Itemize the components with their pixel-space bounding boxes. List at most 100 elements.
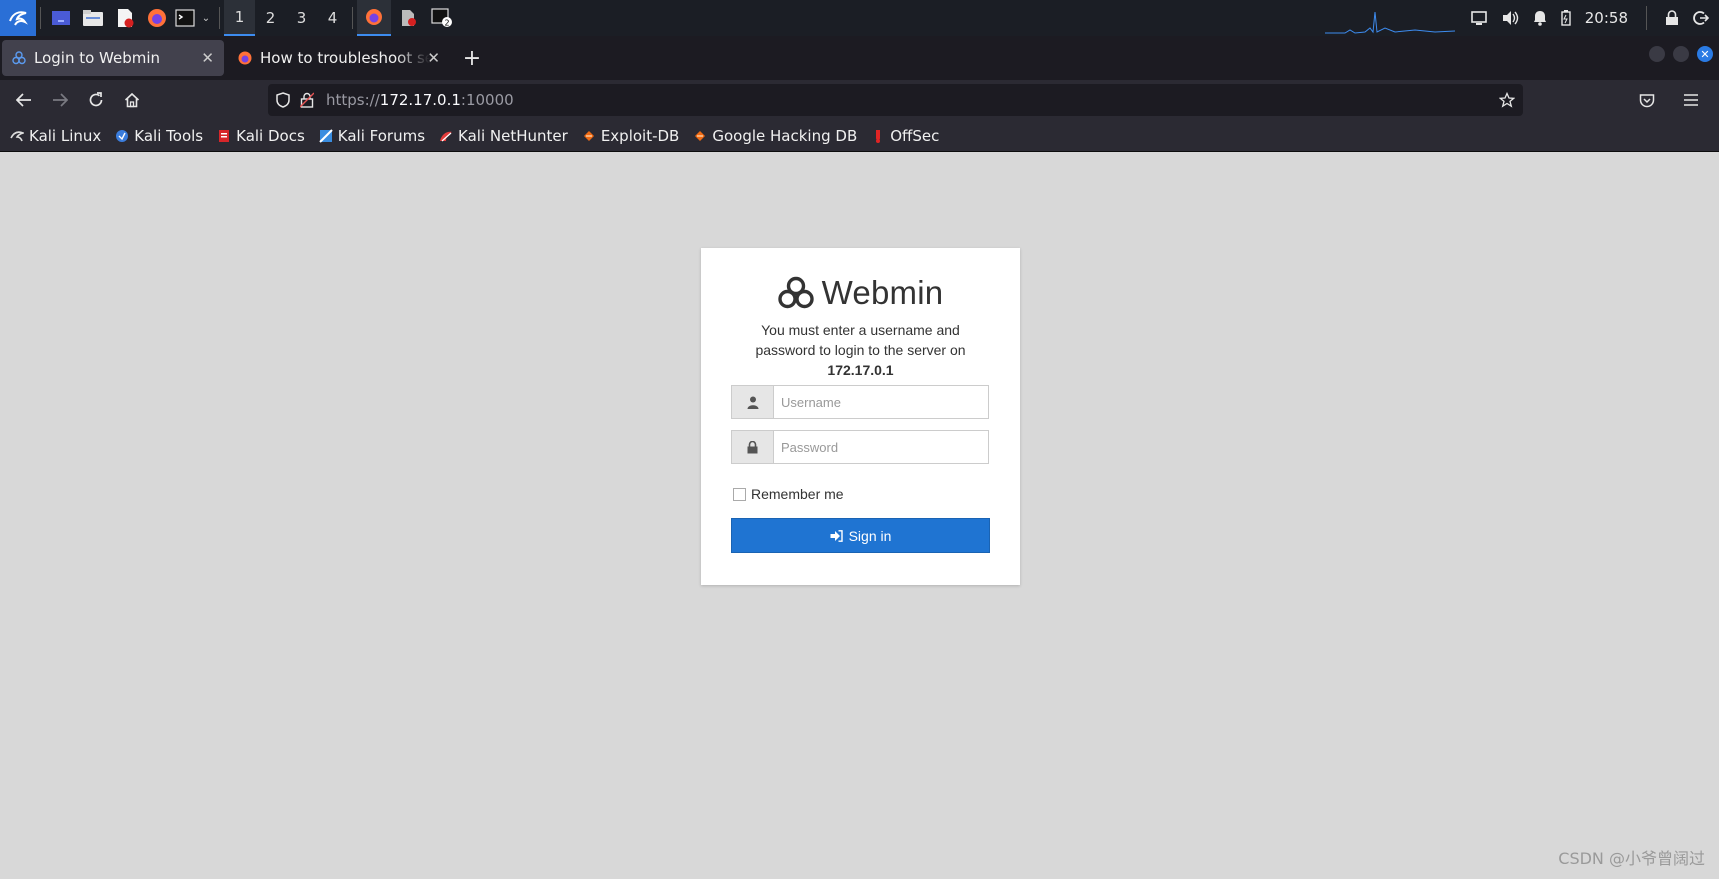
offsec-icon — [876, 129, 881, 143]
workspace-3[interactable]: 3 — [286, 0, 317, 36]
bookmark-label: Kali Docs — [236, 126, 305, 145]
home-icon — [124, 92, 140, 108]
url-scheme: https:// — [326, 91, 380, 109]
window-controls: ✕ — [1649, 46, 1713, 62]
taskbar-separator — [1646, 6, 1647, 30]
exploit-db-icon — [583, 130, 594, 141]
desktop-icon — [52, 11, 70, 25]
window-button-terminal[interactable]: 2 — [425, 0, 459, 36]
kali-docs-icon — [219, 129, 230, 142]
sign-in-icon — [830, 529, 843, 542]
clock[interactable]: 20:58 — [1585, 9, 1628, 27]
workspace-2[interactable]: 2 — [255, 0, 286, 36]
display-icon[interactable] — [1470, 11, 1487, 25]
bookmark-exploit-db[interactable]: Exploit-DB — [582, 127, 679, 145]
kali-dragon-icon — [10, 130, 24, 141]
workspace-1[interactable]: 1 — [224, 0, 255, 36]
nav-right-tools — [1629, 82, 1709, 118]
password-input[interactable] — [774, 431, 988, 463]
terminal-icon — [175, 9, 195, 27]
folder-icon — [83, 10, 103, 26]
reload-button[interactable] — [78, 82, 114, 118]
url-port: :10000 — [460, 91, 514, 109]
remember-me-checkbox[interactable] — [733, 487, 746, 501]
password-addon — [732, 431, 774, 463]
file-manager-button[interactable] — [77, 0, 109, 36]
lock-screen-icon[interactable] — [1665, 10, 1679, 26]
back-button[interactable] — [6, 82, 42, 118]
show-desktop-button[interactable] — [45, 0, 77, 36]
user-icon — [747, 396, 758, 409]
login-message: You must enter a username and password t… — [731, 320, 990, 380]
tab-troubleshoot-article[interactable]: How to troubleshoot secu ✕ — [228, 40, 450, 76]
system-tray: 20:58 — [1470, 0, 1719, 36]
pocket-button[interactable] — [1629, 82, 1665, 118]
maximize-button[interactable] — [1673, 46, 1689, 62]
reload-icon — [89, 92, 103, 107]
text-editor-icon — [118, 9, 134, 28]
username-input[interactable] — [774, 386, 988, 418]
taskbar-separator — [219, 7, 220, 29]
text-editor-button[interactable] — [109, 0, 141, 36]
minimize-button[interactable] — [1649, 46, 1665, 62]
firefox-icon — [148, 9, 166, 27]
arrow-left-icon — [16, 93, 31, 107]
bookmark-kali-docs[interactable]: Kali Docs — [217, 127, 305, 145]
bookmark-kali-nethunter[interactable]: Kali NetHunter — [439, 127, 568, 145]
battery-icon[interactable] — [1561, 10, 1571, 26]
browser-tab-bar: Login to Webmin ✕ How to troubleshoot se… — [0, 36, 1719, 80]
app-menu-button[interactable] — [1673, 82, 1709, 118]
bookmark-label: Kali Tools — [134, 126, 204, 145]
forward-button[interactable] — [42, 82, 78, 118]
tracking-shield-icon[interactable] — [276, 92, 290, 108]
network-graph-icon — [1325, 11, 1455, 34]
bookmark-star-icon[interactable] — [1499, 92, 1515, 108]
workspace-4[interactable]: 4 — [317, 0, 348, 36]
insecure-lock-icon[interactable] — [300, 92, 314, 108]
url-text[interactable]: https://172.17.0.1:10000 — [326, 91, 514, 109]
watermark: CSDN @小爷曾阔过 — [1558, 849, 1705, 868]
new-tab-button[interactable]: + — [454, 40, 490, 76]
chevron-down-icon[interactable]: ⌄ — [197, 0, 215, 36]
window-button-firefox[interactable] — [357, 0, 391, 36]
bookmark-kali-linux[interactable]: Kali Linux — [10, 127, 101, 145]
close-tab-icon[interactable]: ✕ — [201, 49, 214, 67]
close-tab-icon[interactable]: ✕ — [427, 49, 440, 67]
logout-icon[interactable] — [1693, 10, 1709, 26]
bookmark-google-hacking-db[interactable]: Google Hacking DB — [693, 127, 857, 145]
url-bar[interactable]: https://172.17.0.1:10000 — [268, 84, 1523, 116]
login-panel: Webmin You must enter a username and pas… — [701, 248, 1020, 585]
kali-menu-button[interactable] — [0, 0, 36, 36]
tab-label: How to troubleshoot secu — [260, 49, 430, 67]
firefox-favicon-icon — [238, 51, 252, 65]
firefox-icon — [366, 9, 382, 25]
bookmark-label: Kali Linux — [29, 126, 102, 145]
terminal-launcher-button[interactable] — [173, 0, 197, 36]
sign-in-button[interactable]: Sign in — [731, 518, 990, 553]
remember-me[interactable]: Remember me — [733, 486, 844, 502]
bookmark-offsec[interactable]: OffSec — [871, 127, 939, 145]
kali-dragon-icon — [9, 11, 28, 26]
password-field-group — [731, 430, 989, 464]
terminal-icon: 2 — [431, 8, 452, 28]
taskbar-separator — [40, 7, 41, 29]
bookmark-kali-forums[interactable]: Kali Forums — [319, 127, 425, 145]
bookmarks-toolbar: Kali Linux Kali Tools Kali Docs Kali For… — [0, 120, 1719, 152]
window-button-editor[interactable] — [391, 0, 425, 36]
close-icon: ✕ — [1700, 47, 1710, 61]
volume-icon[interactable] — [1501, 10, 1519, 26]
arrow-right-icon — [53, 93, 68, 107]
ghdb-icon — [695, 130, 706, 141]
username-field-group — [731, 385, 989, 419]
nethunter-icon — [440, 131, 453, 141]
page-title: Webmin — [821, 274, 944, 311]
close-window-button[interactable]: ✕ — [1697, 46, 1713, 62]
home-button[interactable] — [114, 82, 150, 118]
bookmark-kali-tools[interactable]: Kali Tools — [115, 127, 203, 145]
tab-login-to-webmin[interactable]: Login to Webmin ✕ — [2, 40, 224, 76]
firefox-launcher-button[interactable] — [141, 0, 173, 36]
webmin-logo-icon — [777, 276, 814, 309]
notification-bell-icon[interactable] — [1533, 10, 1547, 26]
taskbar-separator — [352, 7, 353, 29]
username-addon — [732, 386, 774, 418]
